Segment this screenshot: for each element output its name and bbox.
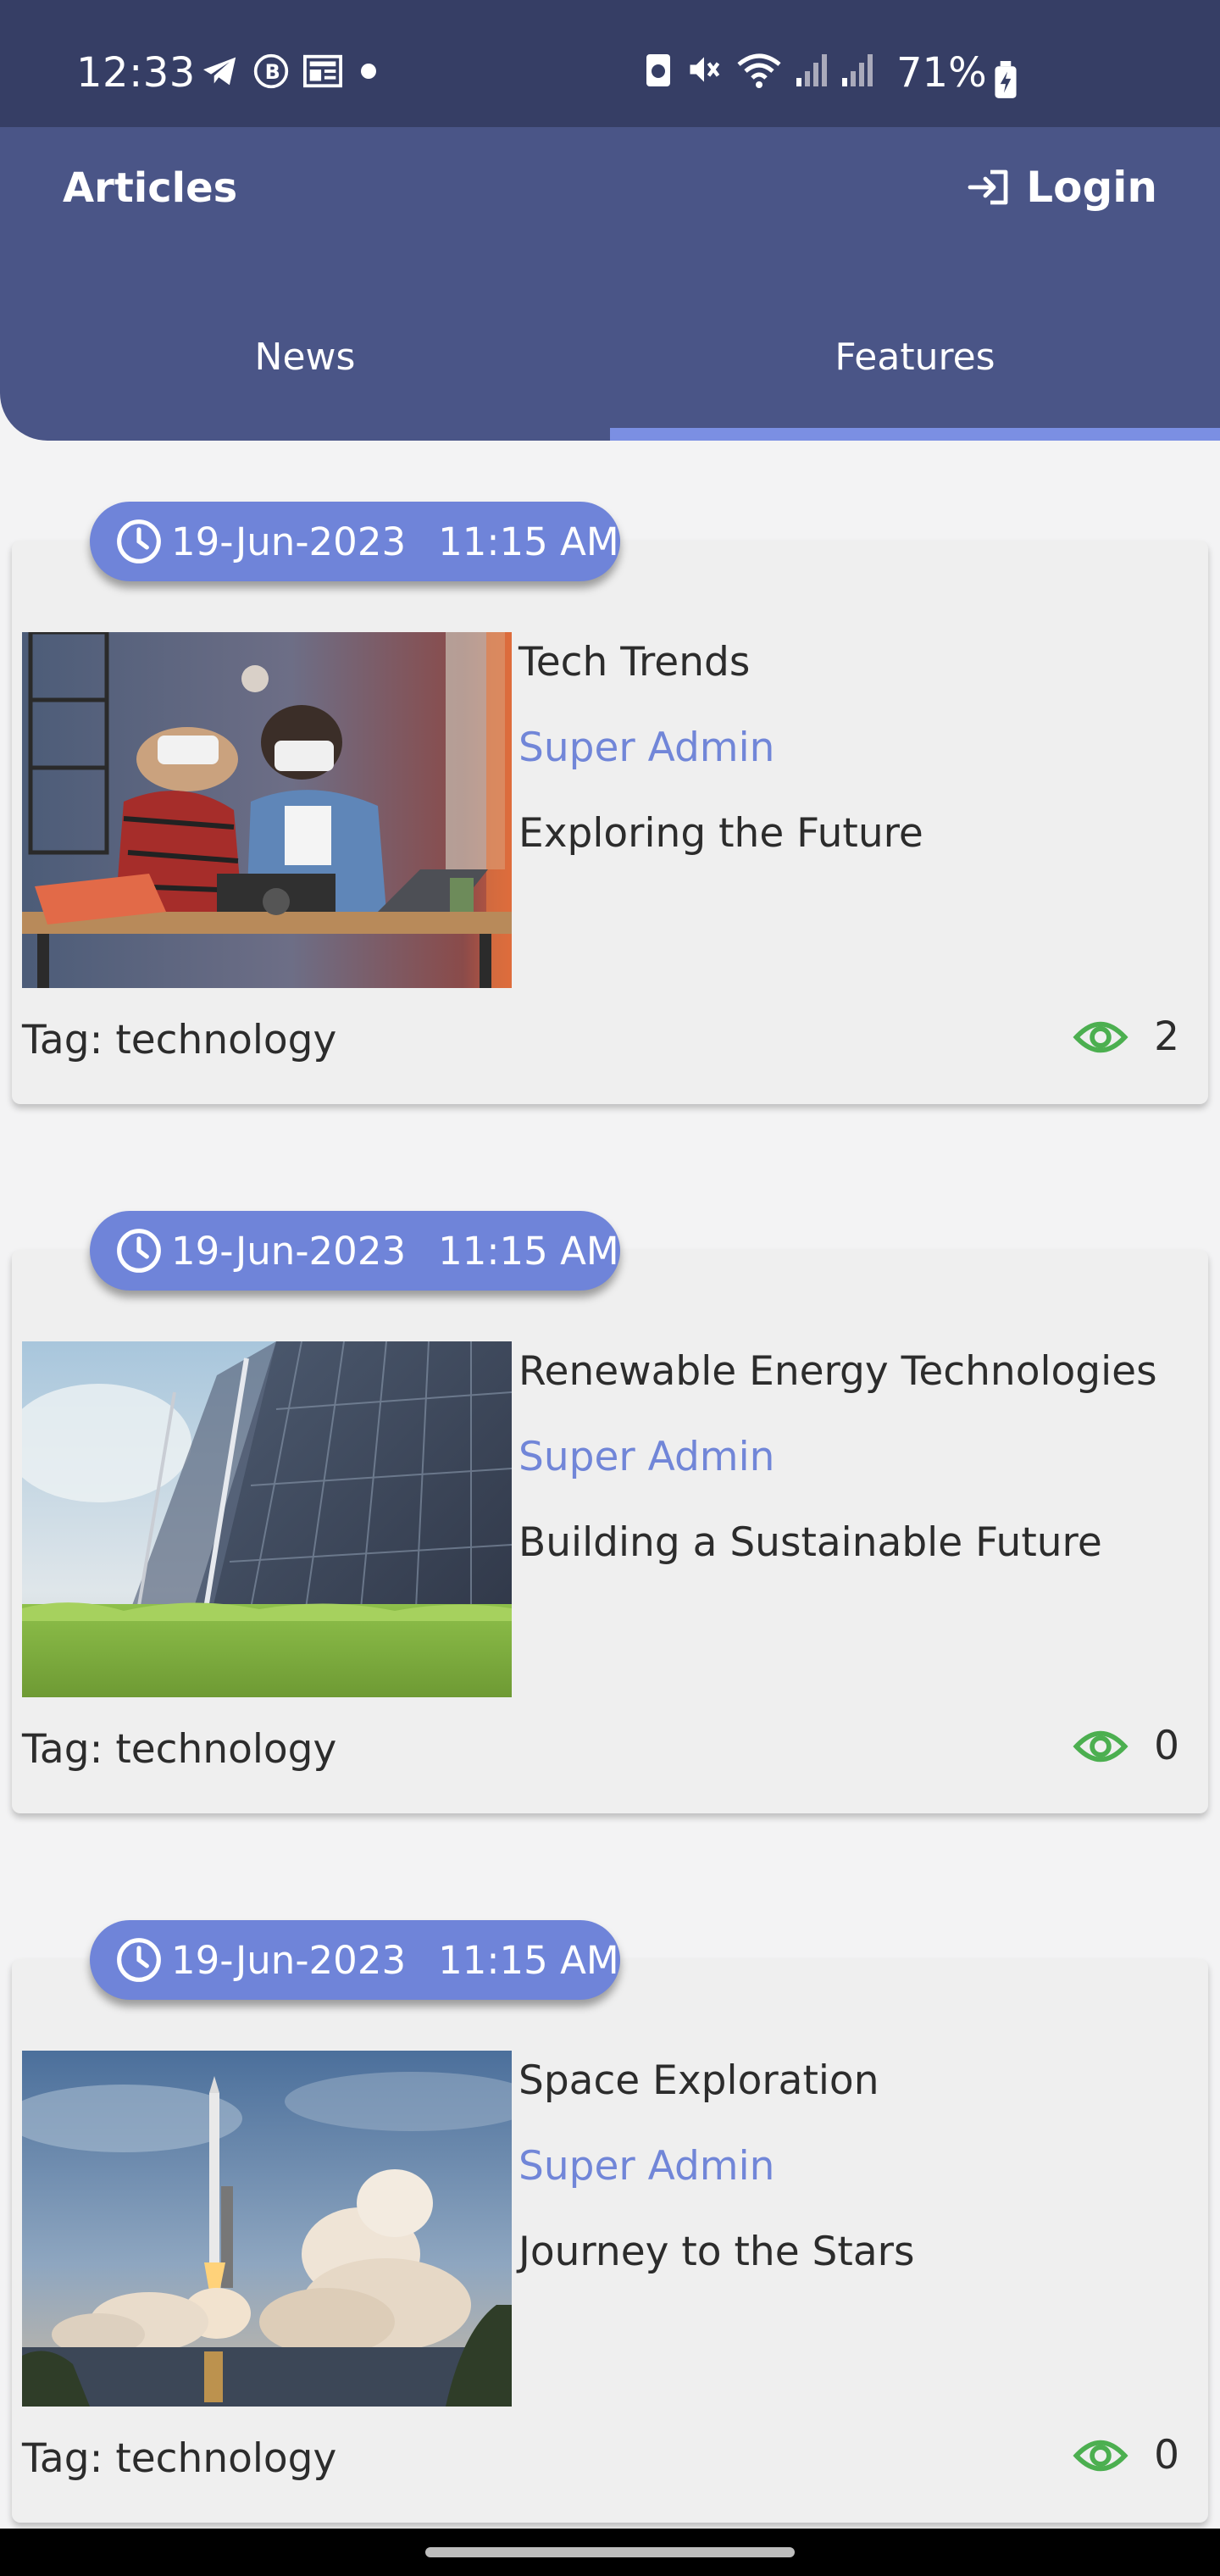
date-badge: 19-Jun-2023 11:15 AM: [90, 502, 620, 581]
article-info: Renewable Energy Technologies Super Admi…: [518, 1341, 1191, 1566]
login-icon: [968, 169, 1008, 205]
clock-icon: [117, 1229, 161, 1273]
article-time: 11:15 AM: [438, 1228, 619, 1274]
recycle-icon: [646, 54, 670, 86]
article-date: 19-Jun-2023: [171, 1937, 407, 1983]
views-counter: 2: [1073, 1013, 1179, 1060]
clock-icon: [117, 519, 161, 564]
tab-news[interactable]: News: [0, 297, 610, 441]
views-count: 2: [1154, 1013, 1179, 1060]
tab-features-label: Features: [835, 336, 995, 379]
article-date: 19-Jun-2023: [171, 1228, 407, 1274]
svg-text:B: B: [265, 60, 280, 84]
status-time: 12:33: [76, 49, 196, 97]
battery-charging-icon: [995, 61, 1017, 98]
article-card[interactable]: Tech Trends Super Admin Exploring the Fu…: [12, 541, 1208, 1104]
tab-features[interactable]: Features: [610, 297, 1220, 441]
mute-icon: [690, 57, 720, 82]
telegram-icon: [203, 57, 236, 86]
article-time: 11:15 AM: [438, 1937, 619, 1983]
home-gesture-bar[interactable]: [425, 2547, 795, 2557]
article-card[interactable]: Space Exploration Super Admin Journey to…: [12, 1959, 1208, 2523]
article-subtitle: Building a Sustainable Future: [518, 1519, 1102, 1566]
article-subtitle: Exploring the Future: [518, 810, 923, 857]
article-author[interactable]: Super Admin: [518, 724, 1191, 771]
signal-icon: [842, 54, 873, 86]
system-nav-bar: [0, 2529, 1220, 2576]
article-title[interactable]: Tech Trends: [518, 639, 1191, 686]
login-button[interactable]: Login: [967, 163, 1157, 212]
eye-icon: [1073, 1730, 1128, 1762]
views-count: 0: [1154, 1723, 1179, 1769]
article-date: 19-Jun-2023: [171, 519, 407, 564]
page-title: Articles: [63, 164, 238, 212]
views-count: 0: [1154, 2432, 1179, 2479]
article-card[interactable]: Renewable Energy Technologies Super Admi…: [12, 1250, 1208, 1813]
b-circle-icon: B: [253, 53, 289, 89]
dot-icon: [361, 64, 376, 79]
article-author[interactable]: Super Admin: [518, 1434, 1191, 1480]
app-bar: Articles Login News Features: [0, 127, 1220, 441]
tab-news-label: News: [254, 336, 356, 379]
article-author[interactable]: Super Admin: [518, 2143, 1191, 2190]
article-info: Tech Trends Super Admin Exploring the Fu…: [518, 632, 1191, 857]
solar-panel-image: [22, 1341, 512, 1697]
status-left-icons: B: [202, 53, 381, 90]
clock-icon: [117, 1938, 161, 1982]
eye-icon: [1073, 2440, 1128, 2471]
article-tag: Tag: technology: [22, 1726, 337, 1773]
date-badge: 19-Jun-2023 11:15 AM: [90, 1211, 620, 1291]
login-label: Login: [1026, 163, 1157, 212]
vr-headset-workshop-image: [22, 632, 512, 988]
signal-icon: [796, 54, 827, 86]
article-subtitle: Journey to the Stars: [518, 2229, 915, 2275]
article-tag: Tag: technology: [22, 1017, 337, 1063]
article-title[interactable]: Renewable Energy Technologies: [518, 1348, 1191, 1395]
rocket-launch-image: [22, 2051, 512, 2407]
views-counter: 0: [1073, 1723, 1179, 1769]
status-bar: 12:33 B 71%: [0, 0, 1220, 127]
wifi-icon: [737, 53, 781, 88]
news-icon: [303, 54, 342, 88]
article-info: Space Exploration Super Admin Journey to…: [518, 2051, 1191, 2275]
tab-bar: News Features: [0, 297, 1220, 441]
views-counter: 0: [1073, 2432, 1179, 2479]
battery-percent: 71%: [896, 49, 987, 97]
status-right-icons: [644, 51, 874, 88]
eye-icon: [1073, 1021, 1128, 1052]
article-time: 11:15 AM: [438, 519, 619, 564]
tab-active-indicator: [610, 428, 1220, 441]
date-badge: 19-Jun-2023 11:15 AM: [90, 1920, 620, 2000]
article-tag: Tag: technology: [22, 2435, 337, 2482]
article-title[interactable]: Space Exploration: [518, 2057, 1191, 2104]
